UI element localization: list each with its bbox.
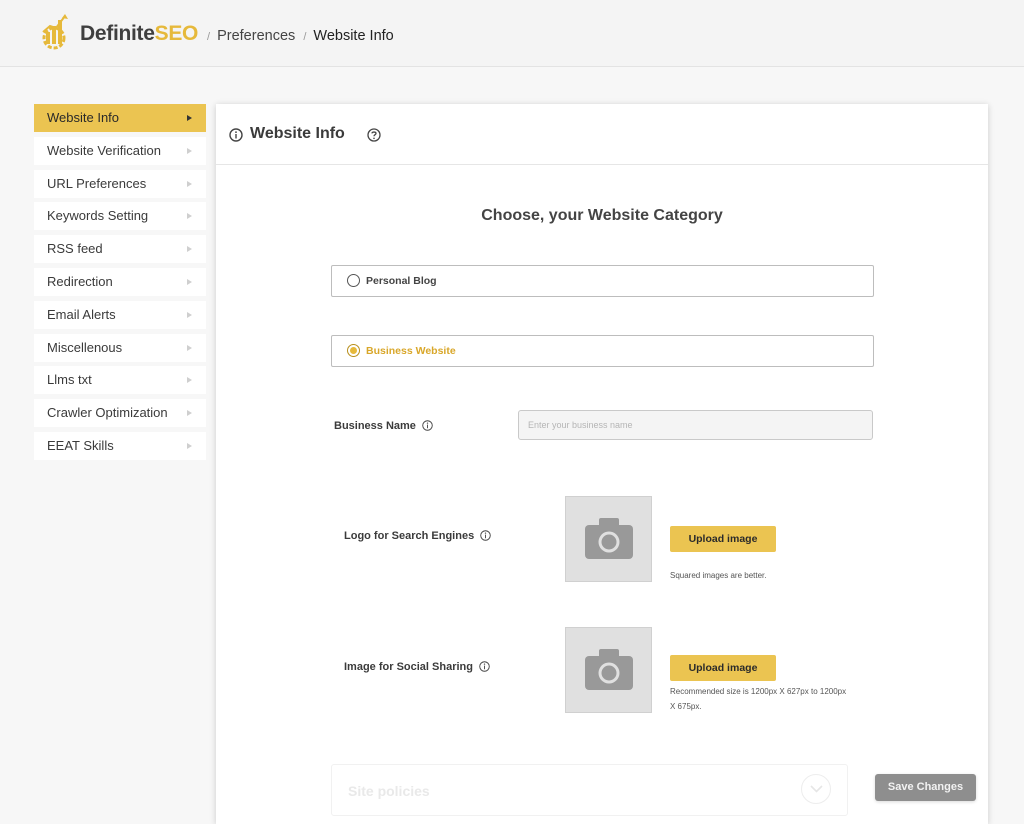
expand-toggle[interactable] [801,774,831,804]
camera-icon [585,518,633,559]
sidebar-item-rss-feed[interactable]: RSS feed [34,235,206,264]
info-icon[interactable] [480,529,491,541]
chevron-down-icon [810,785,823,793]
panel-header: Website Info [216,104,988,165]
brand-name-part1: Definite [80,22,155,45]
sidebar-item-crawler-optimization[interactable]: Crawler Optimization [34,399,206,428]
chevron-right-icon [187,410,192,417]
radio-button-checked[interactable] [347,344,360,357]
business-name-label: Business Name [334,419,433,432]
breadcrumb-current: Website Info [313,28,394,44]
option-personal-blog[interactable]: Personal Blog [331,265,874,297]
chevron-right-icon [187,344,192,351]
chevron-right-icon [187,442,192,449]
sidebar-item-llms-txt[interactable]: Llms txt [34,366,206,395]
sidebar-item-label: Email Alerts [47,306,116,322]
sidebar-item-website-info[interactable]: Website Info [34,104,206,132]
info-icon[interactable] [479,660,490,672]
breadcrumb: / Preferences / Website Info [203,28,394,44]
chevron-right-icon [187,311,192,318]
breadcrumb-separator: / [207,31,211,43]
sidebar-item-label: Website Info [47,110,120,125]
sidebar-item-email-alerts[interactable]: Email Alerts [34,300,206,329]
sidebar-item-redirection[interactable]: Redirection [34,267,206,296]
business-name-label-text: Business Name [334,420,416,432]
upload-logo-button[interactable]: Upload image [670,526,776,552]
sidebar-item-label: Website Verification [47,142,161,158]
website-info-panel: Website Info Choose, your Website Catego… [216,104,988,824]
chevron-right-icon [187,180,192,187]
business-name-input[interactable] [518,410,873,440]
chevron-right-icon [187,115,192,121]
brand-name: DefiniteSEO [80,22,198,46]
sidebar-item-miscellenous[interactable]: Miscellenous [34,333,206,362]
sidebar-item-label: RSS feed [47,241,103,257]
social-image-placeholder[interactable] [565,627,652,713]
sidebar-item-label: URL Preferences [47,175,147,191]
social-image-label: Image for Social Sharing [344,660,490,673]
social-image-hint: Recommended size is 1200px X 627px to 12… [670,687,847,711]
option-label: Personal Blog [366,275,437,287]
chevron-right-icon [187,246,192,253]
logo-label-text: Logo for Search Engines [344,530,475,542]
sidebar-item-eeat-skills[interactable]: EEAT Skills [34,431,206,460]
save-changes-button[interactable]: Save Changes [875,774,976,801]
sidebar-item-label: EEAT Skills [47,437,114,453]
logo-label: Logo for Search Engines [344,529,491,542]
chevron-right-icon [187,278,192,285]
chevron-right-icon [187,213,192,220]
logo-icon [42,14,68,50]
sidebar-item-url-preferences[interactable]: URL Preferences [34,169,206,198]
upload-social-image-button[interactable]: Upload image [670,655,776,681]
site-policies-label: Site policies [348,783,430,799]
sidebar-item-label: Keywords Setting [47,208,149,224]
info-icon [229,128,243,142]
sidebar-item-website-verification[interactable]: Website Verification [34,136,206,165]
help-icon[interactable] [367,128,381,142]
logo-image-placeholder[interactable] [565,496,652,582]
chevron-right-icon [187,377,192,384]
info-icon[interactable] [422,419,433,431]
category-heading: Choose, your Website Category [481,207,723,224]
chevron-right-icon [187,147,192,154]
social-image-label-text: Image for Social Sharing [344,661,473,673]
breadcrumb-separator: / [303,31,307,43]
sidebar-item-label: Crawler Optimization [47,405,168,421]
brand-name-part2: SEO [154,22,199,45]
camera-icon [585,649,633,690]
option-label: Business Website [366,345,456,357]
sidebar-item-keywords-setting[interactable]: Keywords Setting [34,202,206,231]
page-title: Website Info [250,125,345,142]
sidebar-item-label: Redirection [47,273,113,289]
top-bar: DefiniteSEO / Preferences / Website Info [0,0,1024,67]
logo-hint: Squared images are better. [670,571,767,580]
sidebar-item-label: Miscellenous [47,339,123,355]
radio-button[interactable] [347,274,360,287]
site-policies-section[interactable]: Site policies [331,764,848,816]
sidebar-nav: Website Info Website Verification URL Pr… [34,104,206,465]
option-business-website[interactable]: Business Website [331,335,874,367]
breadcrumb-preferences[interactable]: Preferences [217,28,295,44]
sidebar-item-label: Llms txt [47,372,92,388]
